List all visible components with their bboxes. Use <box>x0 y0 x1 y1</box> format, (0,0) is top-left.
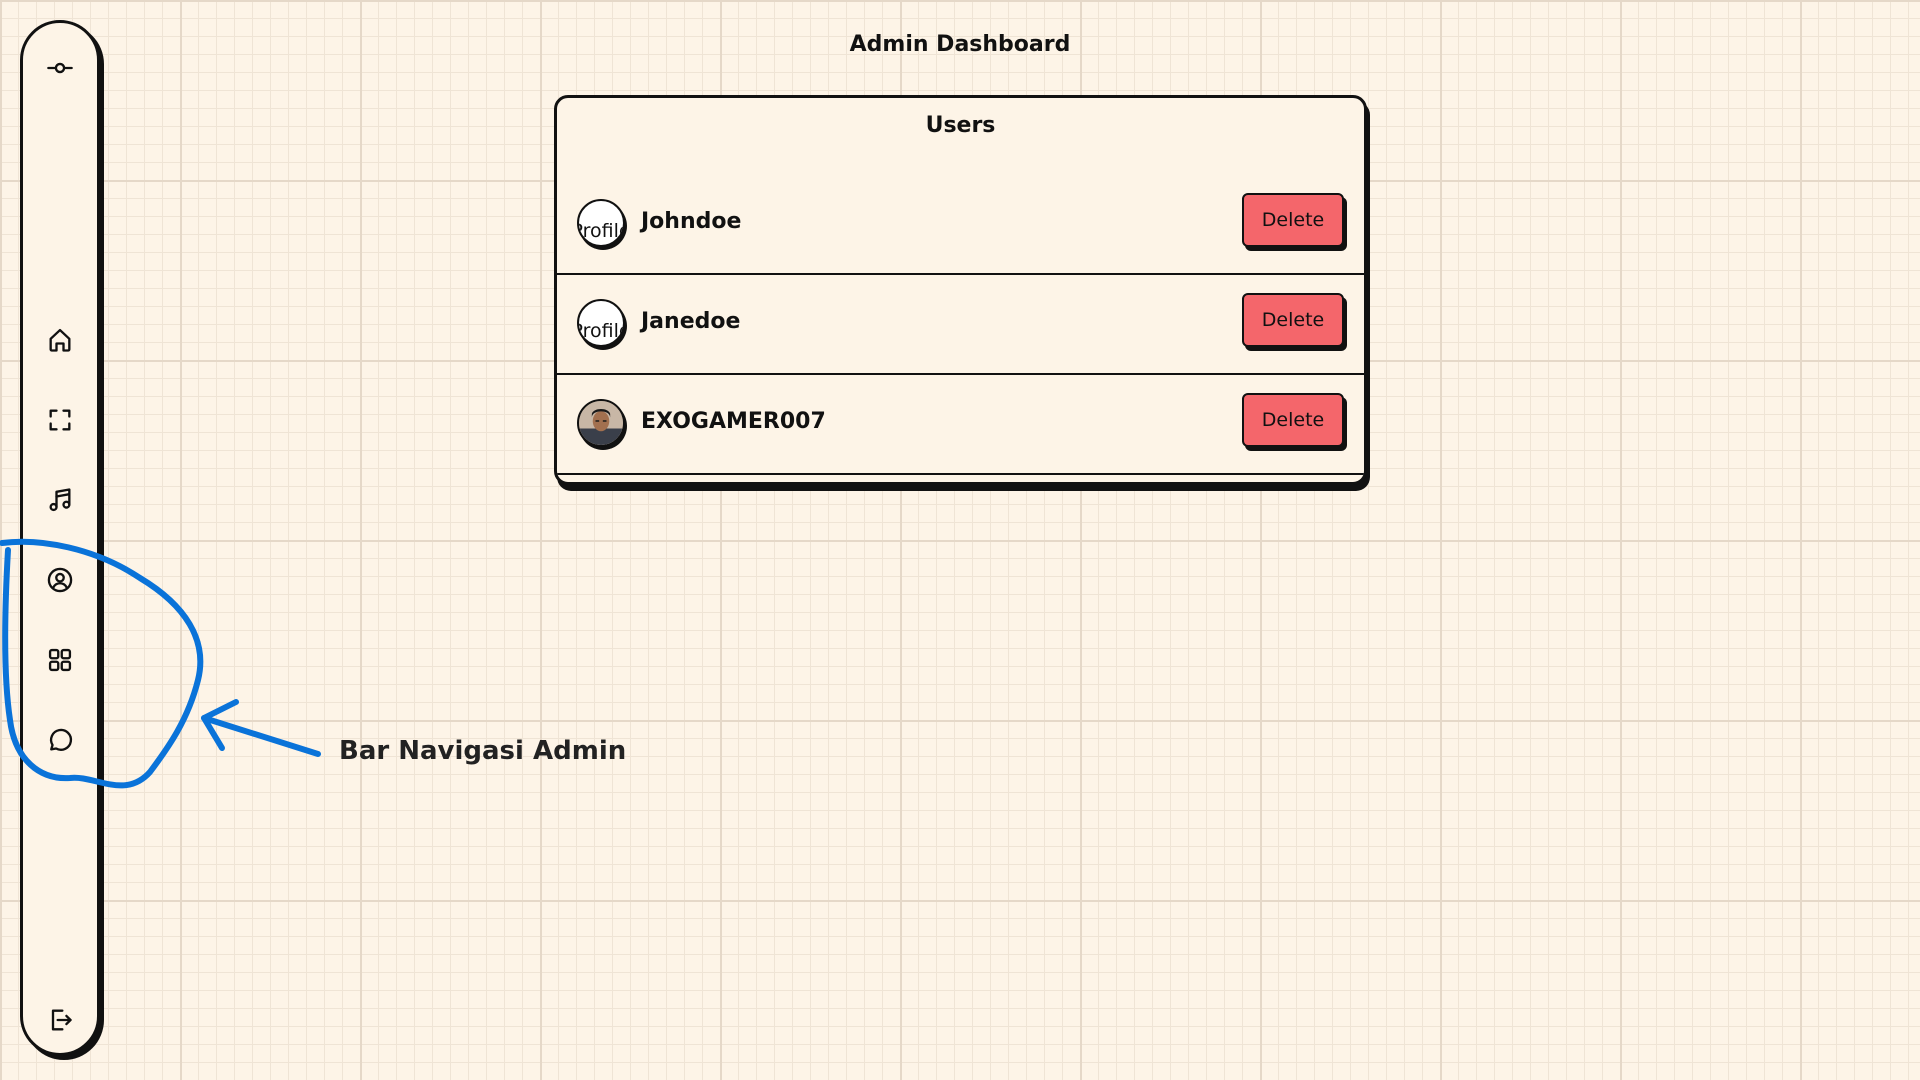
avatar: Profile <box>577 299 625 347</box>
commit-icon[interactable] <box>45 53 75 83</box>
users-card-title: Users <box>925 113 996 138</box>
admin-sidebar <box>20 20 100 1056</box>
expand-icon[interactable] <box>45 405 75 435</box>
page-title: Admin Dashboard <box>849 32 1071 57</box>
user-photo-icon <box>579 401 623 445</box>
annotation-arrow-head <box>201 699 239 751</box>
music-note-icon[interactable] <box>45 485 75 515</box>
grid-icon[interactable] <box>45 645 75 675</box>
table-row: Profile Johndoe Delete <box>557 175 1364 275</box>
avatar-alt-text: Profile <box>579 220 623 242</box>
delete-button[interactable]: Delete <box>1242 393 1344 447</box>
delete-button[interactable]: Delete <box>1242 293 1344 347</box>
username: Johndoe <box>641 209 742 234</box>
avatar <box>577 399 625 447</box>
annotation-label: Bar Navigasi Admin <box>339 736 627 766</box>
table-row: EXOGAMER007 Delete <box>557 375 1364 475</box>
logout-icon[interactable] <box>45 1005 75 1035</box>
home-icon[interactable] <box>45 325 75 355</box>
username: Janedoe <box>641 309 741 334</box>
annotation-arrow-shaft <box>201 715 321 757</box>
table-row: Profile Janedoe Delete <box>557 275 1364 375</box>
user-circle-icon[interactable] <box>45 565 75 595</box>
avatar: Profile <box>577 199 625 247</box>
chat-bubble-icon[interactable] <box>45 725 75 755</box>
username: EXOGAMER007 <box>641 409 826 434</box>
delete-button[interactable]: Delete <box>1242 193 1344 247</box>
avatar-alt-text: Profile <box>579 320 623 342</box>
users-card: Users Profile Johndoe Delete Profile Jan… <box>554 95 1367 485</box>
